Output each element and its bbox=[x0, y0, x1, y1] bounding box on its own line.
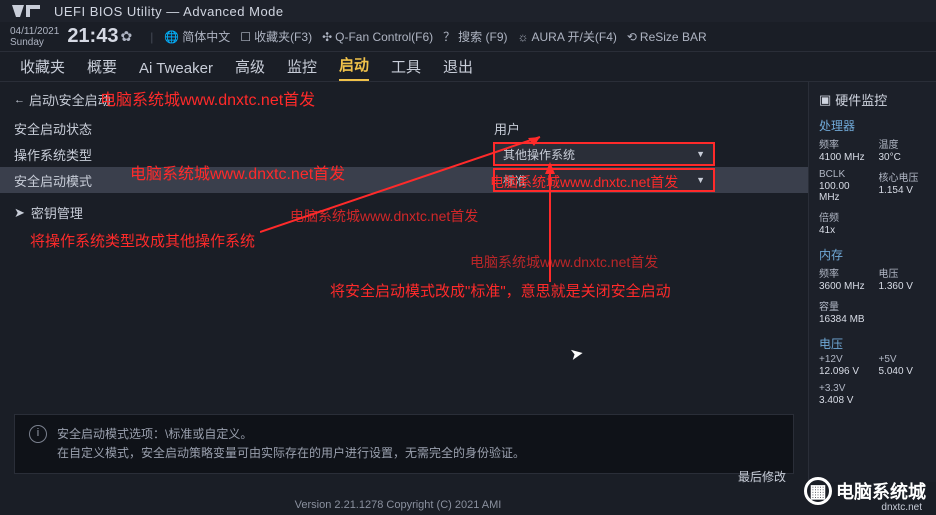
help-info-box: i 安全启动模式选项：\标准或自定义。 在自定义模式，安全启动策略变量可由实际存… bbox=[14, 414, 794, 474]
os-type-dropdown[interactable]: 其他操作系统 ▼ bbox=[494, 143, 714, 165]
tab-main[interactable]: 概要 bbox=[87, 56, 117, 81]
resize-bar-toggle[interactable]: ⟲ ReSize BAR bbox=[627, 30, 707, 44]
tab-exit[interactable]: 退出 bbox=[443, 56, 473, 81]
mem-section: 内存 bbox=[819, 246, 926, 263]
secure-boot-mode-row[interactable]: 安全启动模式 标准 ▼ bbox=[0, 167, 808, 193]
info-line1: 安全启动模式选项：\标准或自定义。 bbox=[57, 425, 525, 444]
breadcrumb[interactable]: ← 启动\安全启动 bbox=[14, 90, 794, 109]
mouse-cursor-icon: ➤ bbox=[568, 343, 585, 365]
tuf-logo-icon bbox=[10, 3, 42, 19]
chevron-down-icon: ▼ bbox=[696, 175, 705, 185]
secure-boot-status-row: 安全启动状态 用户 bbox=[14, 115, 794, 141]
cpu-section: 处理器 bbox=[819, 117, 926, 134]
tab-monitor[interactable]: 监控 bbox=[287, 56, 317, 81]
info-line2: 在自定义模式，安全启动策略变量可由实际存在的用户进行设置，无需完全的身份验证。 bbox=[57, 444, 525, 463]
date-block: 04/11/2021 Sunday bbox=[10, 26, 59, 48]
qfan-shortcut[interactable]: ✣ Q-Fan Control(F6) bbox=[322, 30, 433, 44]
site-watermark-url: dnxtc.net bbox=[881, 502, 922, 513]
key-management-expander[interactable]: ➤ 密钥管理 bbox=[14, 203, 794, 222]
search-shortcut[interactable]: ？ 搜索 (F9) bbox=[443, 28, 507, 45]
header-bar: UEFI BIOS Utility — Advanced Mode bbox=[0, 0, 936, 22]
aura-shortcut[interactable]: ☼ AURA 开/关(F4) bbox=[518, 28, 617, 45]
main-tabs: 收藏夹 概要 Ai Tweaker 高级 监控 启动 工具 退出 bbox=[0, 52, 936, 82]
time-text: 21:43 bbox=[67, 25, 118, 48]
ostype-label: 操作系统类型 bbox=[14, 145, 494, 164]
info-icon: i bbox=[29, 425, 47, 443]
favorites-shortcut[interactable]: ☐ 收藏夹(F3) bbox=[240, 28, 312, 45]
mode-label: 安全启动模式 bbox=[14, 171, 494, 190]
secure-boot-mode-dropdown[interactable]: 标准 ▼ bbox=[494, 169, 714, 191]
gear-icon[interactable]: ✿ bbox=[120, 28, 132, 45]
language-selector[interactable]: 🌐 简体中文 bbox=[164, 28, 230, 45]
annotation-ostype: 将操作系统类型改成其他操作系统 bbox=[30, 230, 255, 251]
monitor-icon: ▣ bbox=[819, 92, 831, 108]
tab-aitweaker[interactable]: Ai Tweaker bbox=[139, 60, 213, 81]
site-watermark-logo: ▦ 电脑系统城 bbox=[804, 477, 926, 505]
volt-section: 电压 bbox=[819, 335, 926, 352]
back-arrow-icon[interactable]: ← bbox=[14, 94, 25, 106]
watermark-text: 电脑系统城www.dnxtc.net首发 bbox=[470, 252, 658, 272]
os-type-row[interactable]: 操作系统类型 其他操作系统 ▼ bbox=[14, 141, 794, 167]
chevron-right-icon: ➤ bbox=[14, 205, 25, 221]
chevron-down-icon: ▼ bbox=[696, 149, 705, 159]
last-modified-label: 最后修改 bbox=[738, 468, 786, 485]
annotation-mode: 将安全启动模式改成"标准"，意思就是关闭安全启动 bbox=[330, 280, 671, 301]
day-text: Sunday bbox=[10, 37, 59, 48]
tab-favorites[interactable]: 收藏夹 bbox=[20, 56, 65, 81]
status-value: 用户 bbox=[494, 119, 794, 138]
hw-monitor-title: ▣ 硬件监控 bbox=[819, 90, 926, 109]
tab-boot[interactable]: 启动 bbox=[339, 54, 369, 81]
hw-monitor-panel: ▣ 硬件监控 处理器 频率4100 MHz 温度30°C BCLK100.00 … bbox=[808, 82, 936, 482]
tab-advanced[interactable]: 高级 bbox=[235, 56, 265, 81]
logo-circle-icon: ▦ bbox=[804, 477, 832, 505]
top-status-bar: 04/11/2021 Sunday 21:43 ✿ | 🌐 简体中文 ☐ 收藏夹… bbox=[0, 22, 936, 52]
date-text: 04/11/2021 bbox=[10, 26, 59, 37]
main-panel: ← 启动\安全启动 安全启动状态 用户 操作系统类型 其他操作系统 ▼ 安全启动… bbox=[0, 82, 808, 482]
tab-tool[interactable]: 工具 bbox=[391, 56, 421, 81]
status-label: 安全启动状态 bbox=[14, 119, 494, 138]
version-footer: Version 2.21.1278 Copyright (C) 2021 AMI bbox=[0, 499, 796, 511]
app-title: UEFI BIOS Utility — Advanced Mode bbox=[54, 4, 284, 19]
